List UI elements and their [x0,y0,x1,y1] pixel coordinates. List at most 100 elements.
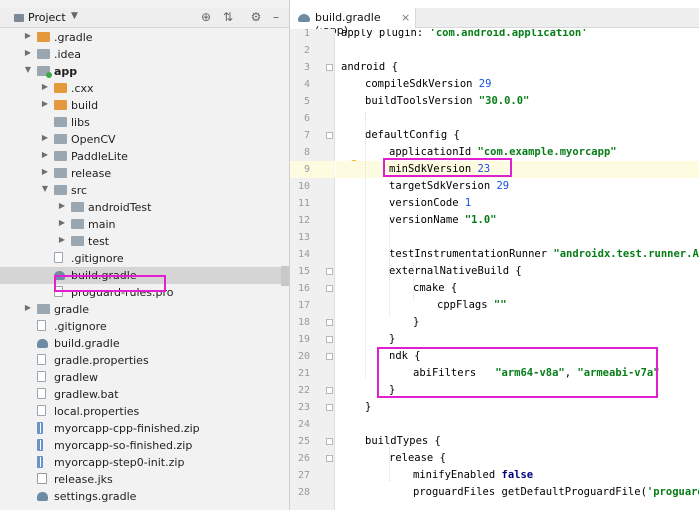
code-token: buildTypes { [365,435,441,447]
chevron-right-icon[interactable]: ▶ [23,31,33,40]
tree-item[interactable]: ▶ release [0,165,289,182]
tree-item[interactable]: settings.gradle [0,488,289,505]
collapse-all-icon[interactable]: ⇅ [220,10,236,24]
tab-build-gradle-app[interactable]: build.gradle (:app) × [290,8,416,37]
fold-marker-icon[interactable] [326,132,333,139]
tree-item[interactable]: ▶ OpenCV [0,131,289,148]
chevron-right-icon[interactable]: ▶ [23,48,33,57]
code-line: android { [341,61,398,73]
gear-icon[interactable]: ⚙ [248,10,264,24]
folder-icon [54,83,67,93]
tree-item[interactable]: myorcapp-step0-init.zip [0,454,289,471]
line-number: 4 [303,79,310,90]
tree-item[interactable]: ▶ PaddleLite [0,148,289,165]
tree-item[interactable]: release.jks [0,471,289,488]
file-icon [54,252,63,263]
fold-marker-icon[interactable] [326,64,333,71]
tree-item-label: app [54,65,78,78]
code-area[interactable]: apply plugin: 'com.android.application' a… [336,29,699,510]
close-icon[interactable]: × [401,11,410,24]
tree-item-label: test [88,235,110,248]
tree-item[interactable]: ▶ androidTest [0,199,289,216]
highlight-box-build-gradle [54,275,166,292]
tree-item-label: androidTest [88,201,152,214]
line-number: 28 [297,487,310,498]
fold-marker-icon[interactable] [326,387,333,394]
chevron-down-icon[interactable]: ▼ [40,184,50,193]
tree-item[interactable]: ▶ build [0,97,289,114]
folder-icon [54,185,67,195]
line-number: 27 [297,470,310,481]
folder-icon [54,117,67,127]
tree-item[interactable]: ▶ .idea [0,46,289,63]
tree-item[interactable]: ▼ src [0,182,289,199]
line-number: 13 [297,232,310,243]
project-panel: Project ▼ ⊕ ⇅ ⚙ – ▶ .gradle ▶ .idea ▼ app ▶ .cx… [0,0,289,510]
code-editor: build.gradle (:app) × 123456789101112131… [289,0,699,510]
gradle-icon [37,492,48,501]
fold-marker-icon[interactable] [326,438,333,445]
tree-item[interactable]: .gitignore [0,250,289,267]
project-panel-header: Project ▼ ⊕ ⇅ ⚙ – [0,8,289,28]
tree-item[interactable]: ▶ test [0,233,289,250]
tree-item[interactable]: ▶ gradle [0,301,289,318]
tree-item[interactable]: libs [0,114,289,131]
tree-item-label: main [88,218,116,231]
tree-item-label: release [71,167,112,180]
tree-item[interactable]: ▶ .gradle [0,29,289,46]
tree-scrollbar[interactable] [281,266,289,286]
code-token: "1.0" [464,214,497,226]
chevron-right-icon[interactable]: ▶ [40,133,50,142]
folder-icon [71,219,84,229]
locate-icon[interactable]: ⊕ [198,10,214,24]
tree-item[interactable]: myorcapp-cpp-finished.zip [0,420,289,437]
chevron-right-icon[interactable]: ▶ [40,150,50,159]
tree-item[interactable]: gradle.properties [0,352,289,369]
tree-item[interactable]: myorcapp-so-finished.zip [0,437,289,454]
code-token: "" [493,299,507,311]
fold-marker-icon[interactable] [326,353,333,360]
code-token: 1 [464,197,472,209]
line-number: 23 [297,402,310,413]
code-line: buildTypes { [365,435,441,447]
tree-item[interactable]: local.properties [0,403,289,420]
fold-marker-icon[interactable] [326,268,333,275]
tree-item[interactable]: build.gradle [0,335,289,352]
chevron-right-icon[interactable]: ▶ [40,167,50,176]
tree-item[interactable]: .gitignore [0,318,289,335]
tree-item[interactable]: gradlew.bat [0,386,289,403]
tree-item-label: myorcapp-cpp-finished.zip [54,422,200,435]
folder-icon [54,151,67,161]
chevron-down-icon[interactable]: ▼ [71,11,78,21]
chevron-down-icon[interactable]: ▼ [23,65,33,74]
code-token: testInstrumentationRunner [389,248,554,260]
tree-item[interactable]: ▶ .cxx [0,80,289,97]
tree-item[interactable]: gradlew [0,369,289,386]
tree-item-label: release.jks [54,473,113,486]
indent-guide [365,112,366,378]
tree-item[interactable]: ▶ main [0,216,289,233]
chevron-right-icon[interactable]: ▶ [23,303,33,312]
chevron-right-icon[interactable]: ▶ [57,218,67,227]
code-token: versionCode [389,197,465,209]
line-number: 25 [297,436,310,447]
tree-item[interactable]: ▼ app [0,63,289,80]
file-icon [37,371,46,382]
fold-marker-icon[interactable] [326,404,333,411]
line-number: 8 [303,147,310,158]
project-view-title[interactable]: Project [28,11,66,24]
line-number-gutter[interactable]: 1 2 3 4 5 6 7 8 9 10 11 12 13 14 15 16 17 18 19 20 21 22 23 24 2… [290,28,335,510]
fold-marker-icon[interactable] [326,319,333,326]
chevron-right-icon[interactable]: ▶ [57,235,67,244]
line-number: 6 [303,113,310,124]
fold-marker-icon[interactable] [326,336,333,343]
folder-icon [37,32,50,42]
chevron-right-icon[interactable]: ▶ [40,82,50,91]
code-line: buildToolsVersion "30.0.0" [365,95,529,107]
fold-marker-icon[interactable] [326,285,333,292]
chevron-right-icon[interactable]: ▶ [40,99,50,108]
chevron-right-icon[interactable]: ▶ [57,201,67,210]
line-number: 2 [303,45,310,56]
hide-icon[interactable]: – [268,10,284,24]
fold-marker-icon[interactable] [326,455,333,462]
